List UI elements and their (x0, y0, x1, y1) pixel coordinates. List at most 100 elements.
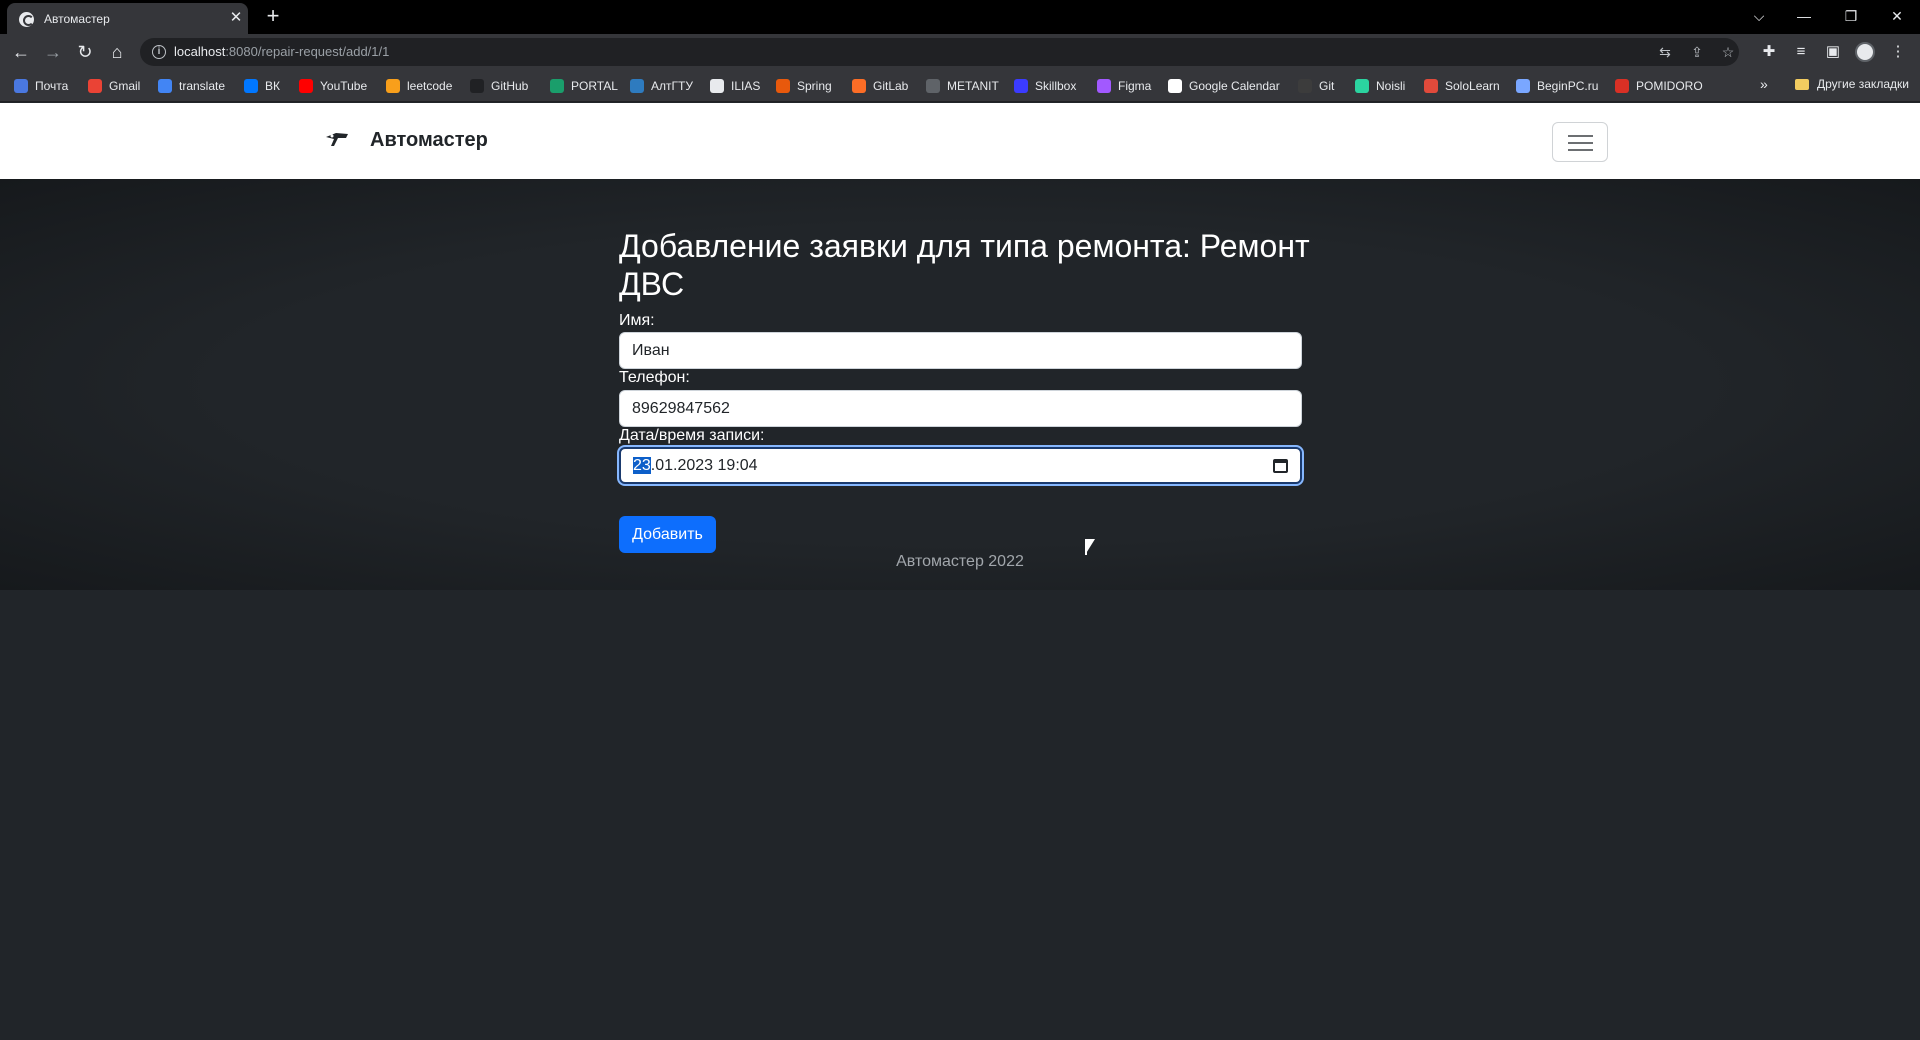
bookmark-label: METANIT (947, 79, 999, 93)
bookmark-spring[interactable]: Spring (776, 77, 832, 95)
bookmark-youtube[interactable]: YouTube (299, 77, 367, 95)
bookmark-label: translate (179, 79, 226, 93)
back-button[interactable]: ← (9, 40, 33, 64)
bookmark-git[interactable]: Git (1298, 77, 1334, 95)
bookmark-skillbox[interactable]: Skillbox (1014, 77, 1076, 95)
close-tab-icon[interactable]: ✕ (227, 9, 245, 27)
bookmark-алтгту[interactable]: АлтГТУ (630, 77, 693, 95)
share-icon[interactable]: ⇪ (1687, 42, 1707, 62)
site-info-icon[interactable]: i (152, 45, 166, 59)
gitlab-icon (852, 79, 866, 93)
spring-icon (776, 79, 790, 93)
brand-name[interactable]: Автомастер (370, 129, 488, 152)
noisli-icon (1355, 79, 1369, 93)
bookmark-portal[interactable]: PORTAL (550, 77, 618, 95)
bookmark-github[interactable]: GitHub (470, 77, 528, 95)
bookmark-translate[interactable]: translate (158, 77, 225, 95)
bookmark-metanit[interactable]: METANIT (926, 77, 999, 95)
github-icon (470, 79, 484, 93)
bookmark-label: Gmail (109, 79, 141, 93)
mail-icon (14, 79, 28, 93)
tab-title: Автомастер (44, 12, 110, 26)
car-logo-icon[interactable] (322, 125, 352, 155)
footer-copyright: Автомастер 2022 (896, 553, 1024, 570)
extensions-icon[interactable]: ✚ (1757, 40, 1781, 64)
address-bar[interactable]: i localhost:8080/repair-request/add/1/1 … (140, 38, 1739, 66)
menu-icon[interactable]: ⋮ (1886, 40, 1910, 64)
ilias-icon (710, 79, 724, 93)
bookmark-label: Git (1319, 79, 1335, 93)
hamburger-icon (1568, 135, 1593, 137)
datetime-field[interactable]: 23.01.2023 19:04 (619, 447, 1302, 484)
datetime-day-segment[interactable]: 23 (633, 457, 651, 474)
restore-button[interactable]: ❐ (1836, 4, 1866, 28)
bookmark-label: Figma (1118, 79, 1152, 93)
reload-button[interactable]: ↻ (73, 40, 97, 64)
bookmark-label: PORTAL (571, 79, 618, 93)
bookmark-label: Почта (35, 79, 69, 93)
page-title: Добавление заявки для типа ремонта: Ремо… (619, 228, 1310, 302)
pomidoro-icon (1615, 79, 1629, 93)
forward-button[interactable]: → (41, 40, 65, 64)
url-text[interactable]: localhost:8080/repair-request/add/1/1 (174, 44, 389, 59)
sidebar-icon[interactable]: ▣ (1821, 40, 1845, 64)
gmail-icon (88, 79, 102, 93)
browser-tab[interactable]: Автомастер ✕ (7, 3, 248, 34)
navbar-toggle-button[interactable] (1552, 122, 1608, 162)
bookmark-label: SoloLearn (1445, 79, 1500, 93)
git-icon (1298, 79, 1312, 93)
bookmark-label: Spring (797, 79, 832, 93)
profile-avatar[interactable] (1855, 42, 1875, 62)
tab-search-icon[interactable]: ⌵ (1744, 4, 1774, 28)
bookmark-label: ВК (265, 79, 280, 93)
bookmark-label: GitHub (491, 79, 529, 93)
bookmark-leetcode[interactable]: leetcode (386, 77, 452, 95)
media-icon[interactable]: ≡ (1789, 40, 1813, 64)
bookmark-label: leetcode (407, 79, 453, 93)
hamburger-icon-line (1568, 149, 1593, 151)
altgtu-icon (630, 79, 644, 93)
skillbox-icon (1014, 79, 1028, 93)
name-label: Имя: (619, 312, 655, 329)
bookmark-noisli[interactable]: Noisli (1355, 77, 1405, 95)
calendar-icon[interactable] (1273, 459, 1288, 473)
other-bookmarks-label: Другие закладки (1817, 77, 1909, 91)
bookmark-вк[interactable]: ВК (244, 77, 280, 95)
bookmark-gmail[interactable]: Gmail (88, 77, 140, 95)
bookmark-sololearn[interactable]: SoloLearn (1424, 77, 1500, 95)
phone-field[interactable]: 89629847562 (619, 390, 1302, 427)
phone-label: Телефон: (619, 369, 690, 386)
name-field[interactable]: Иван (619, 332, 1302, 369)
minimize-button[interactable]: — (1789, 4, 1819, 28)
bookmark-google-calendar[interactable]: Google Calendar (1168, 77, 1280, 95)
portal-icon (550, 79, 564, 93)
beginpc-icon (1516, 79, 1530, 93)
datetime-label: Дата/время записи: (619, 427, 765, 444)
bookmark-beginpc-ru[interactable]: BeginPC.ru (1516, 77, 1598, 95)
sololearn-icon (1424, 79, 1438, 93)
star-icon[interactable]: ☆ (1718, 42, 1738, 62)
bookmark-label: ILIAS (731, 79, 761, 93)
vk-icon (244, 79, 258, 93)
bookmark-gitlab[interactable]: GitLab (852, 77, 908, 95)
bookmark-почта[interactable]: Почта (14, 77, 68, 95)
bookmark-ilias[interactable]: ILIAS (710, 77, 760, 95)
bookmark-label: Skillbox (1035, 79, 1077, 93)
more-bookmarks-icon[interactable]: » (1760, 76, 1768, 92)
bookmark-label: АлтГТУ (651, 79, 693, 93)
datetime-rest[interactable]: .01.2023 19:04 (651, 457, 758, 474)
leetcode-icon (386, 79, 400, 93)
folder-icon (1795, 78, 1809, 90)
translate-icon[interactable]: ⇆ (1655, 42, 1675, 62)
bookmark-pomidoro[interactable]: POMIDORO (1615, 77, 1703, 95)
home-button[interactable]: ⌂ (105, 40, 129, 64)
bookmark-label: Google Calendar (1189, 79, 1280, 93)
other-bookmarks-folder[interactable]: Другие закладки (1795, 77, 1909, 91)
new-tab-button[interactable]: + (261, 5, 285, 29)
submit-button[interactable]: Добавить (619, 516, 716, 553)
main-section: Добавление заявки для типа ремонта: Ремо… (0, 179, 1920, 590)
site-navbar: Автомастер (0, 103, 1920, 179)
close-window-button[interactable]: ✕ (1882, 4, 1912, 28)
mouse-cursor-icon (1085, 539, 1095, 555)
bookmark-figma[interactable]: Figma (1097, 77, 1151, 95)
